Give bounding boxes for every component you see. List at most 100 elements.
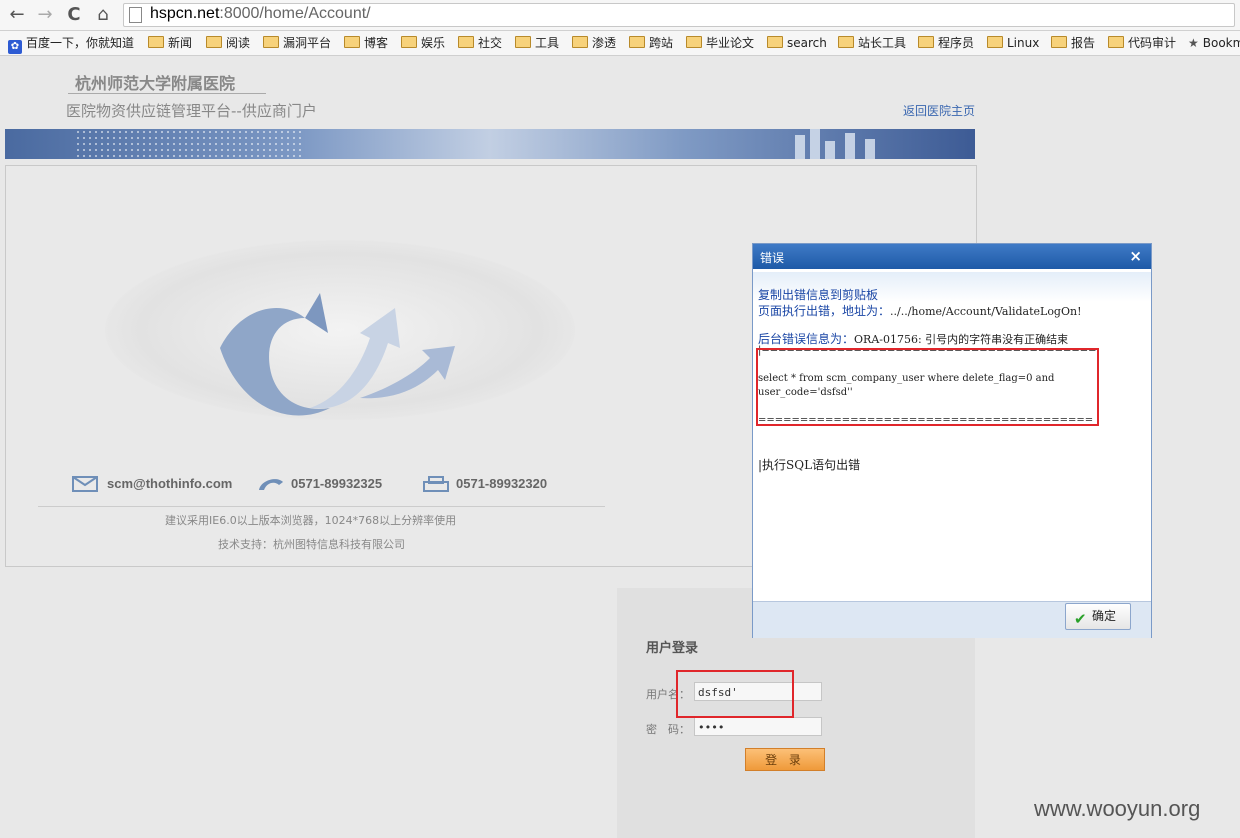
folder-icon — [206, 36, 222, 48]
bookmark-folder[interactable]: 毕业论文 — [686, 35, 754, 51]
header-banner — [5, 129, 975, 159]
bookmark-label: 新闻 — [168, 36, 193, 50]
highlight-box — [756, 348, 1099, 426]
contact-phone: 0571-89932325 — [291, 476, 383, 491]
login-title: 用户登录 — [646, 641, 699, 656]
ok-button[interactable]: ✔ 确定 — [1065, 603, 1131, 630]
forward-arrow-icon[interactable]: → — [33, 3, 57, 27]
tech-support-note: 技术支持：杭州图特信息科技有限公司 — [218, 538, 405, 551]
dialog-title: 错误 — [760, 251, 785, 265]
phone-icon — [259, 479, 283, 490]
baidu-paw-icon: ✿ — [8, 40, 22, 54]
bookmark-label: Bookm — [1202, 36, 1240, 50]
folder-icon — [686, 36, 702, 48]
bookmark-folder[interactable]: 博客 — [344, 35, 388, 51]
folder-icon — [918, 36, 934, 48]
folder-icon — [838, 36, 854, 48]
folder-icon — [515, 36, 531, 48]
building-shape — [825, 141, 835, 159]
bookmark-folder[interactable]: 报告 — [1051, 35, 1095, 51]
ok-label: 确定 — [1092, 609, 1117, 623]
bookmark-label: 阅读 — [226, 36, 251, 50]
mail-icon — [72, 476, 98, 492]
page-icon — [129, 7, 142, 23]
url-host: hspcn.net — [150, 5, 220, 22]
platform-title: 医院物资供应链管理平台--供应商门户 — [66, 102, 317, 120]
contact-fax: 0571-89932320 — [456, 476, 548, 491]
back-to-hospital-link[interactable]: 返回医院主页 — [903, 102, 975, 119]
building-shape — [845, 133, 855, 159]
bookmark-folder[interactable]: 娱乐 — [401, 35, 445, 51]
folder-icon — [148, 36, 164, 48]
folder-icon — [344, 36, 360, 48]
bookmark-label: 报告 — [1071, 36, 1096, 50]
folder-icon — [1108, 36, 1124, 48]
bookmark-label: 娱乐 — [421, 36, 446, 50]
building-shape — [865, 139, 875, 159]
page-error-label: 页面执行出错，地址为： — [758, 304, 891, 318]
bookmark-label: 漏洞平台 — [283, 36, 332, 50]
fax-icon — [423, 476, 449, 492]
browser-toolbar: ← → C ⌂ hspcn.net:8000/home/Account/ — [0, 0, 1240, 31]
world-dots-graphic — [75, 129, 305, 159]
bookmark-folder[interactable]: 社交 — [458, 35, 502, 51]
password-input[interactable]: •••• — [694, 717, 822, 736]
folder-icon — [1051, 36, 1067, 48]
bookmark-label: 社交 — [478, 36, 503, 50]
bookmark-baidu[interactable]: ✿ 百度一下，你就知道 — [8, 35, 135, 54]
bookmark-label: 跨站 — [649, 36, 674, 50]
highlight-box — [676, 670, 794, 718]
divider — [38, 506, 605, 507]
folder-icon — [987, 36, 1003, 48]
bookmarks-bar: ✿ 百度一下，你就知道 新闻 阅读 漏洞平台 博客 娱乐 社交 工具 渗透 跨站 … — [0, 31, 1240, 56]
url-text: hspcn.net:8000/home/Account/ — [150, 5, 371, 23]
check-icon: ✔ — [1074, 610, 1087, 628]
folder-icon — [767, 36, 783, 48]
star-icon: ★ — [1188, 36, 1199, 50]
bookmark-folder[interactable]: 站长工具 — [838, 35, 906, 51]
dialog-body: 复制出错信息到剪贴板 页面执行出错，地址为：../../home/Account… — [753, 272, 1151, 601]
reload-icon[interactable]: C — [62, 3, 86, 27]
login-button[interactable]: 登 录 — [745, 748, 825, 771]
bookmark-folder[interactable]: 新闻 — [148, 35, 192, 51]
bookmark-folder[interactable]: 跨站 — [629, 35, 673, 51]
watermark: www.wooyun.org — [1034, 796, 1201, 821]
bookmark-label: 百度一下，你就知道 — [26, 36, 135, 50]
bookmark-label: 毕业论文 — [706, 36, 755, 50]
bookmark-label: 程序员 — [938, 36, 975, 50]
hospital-name: 杭州师范大学附属医院 — [75, 74, 236, 93]
bookmark-label: 代码审计 — [1128, 36, 1177, 50]
error-dialog: 错误 × 复制出错信息到剪贴板 页面执行出错，地址为：../../home/Ac… — [752, 243, 1152, 638]
bookmark-folder[interactable]: 渗透 — [572, 35, 616, 51]
arrow-logo-icon — [220, 293, 455, 416]
bookmark-label: 博客 — [364, 36, 389, 50]
home-icon[interactable]: ⌂ — [91, 3, 115, 27]
contact-email: scm@thothinfo.com — [107, 476, 233, 491]
page-error-line: 页面执行出错，地址为：../../home/Account/ValidateLo… — [758, 302, 1082, 319]
dialog-title-bar: 错误 × — [753, 244, 1151, 269]
url-path: :8000/home/Account/ — [219, 5, 371, 22]
folder-icon — [458, 36, 474, 48]
bookmark-folder[interactable]: 工具 — [515, 35, 559, 51]
bookmark-folder[interactable]: 漏洞平台 — [263, 35, 331, 51]
bookmark-folder[interactable]: Linux — [987, 35, 1039, 51]
bookmark-folder[interactable]: search — [767, 35, 827, 51]
bookmark-label: 工具 — [535, 36, 560, 50]
bookmark-folder[interactable]: 阅读 — [206, 35, 250, 51]
bookmark-folder[interactable]: 代码审计 — [1108, 35, 1176, 51]
bookmark-folder[interactable]: 程序员 — [918, 35, 974, 51]
folder-icon — [263, 36, 279, 48]
close-icon[interactable]: × — [1129, 247, 1142, 265]
building-shape — [810, 129, 820, 159]
folder-icon — [401, 36, 417, 48]
bookmark-label: 渗透 — [592, 36, 617, 50]
folder-icon — [572, 36, 588, 48]
bookmark-other[interactable]: ★Bookm — [1188, 35, 1240, 51]
bookmark-label: Linux — [1007, 36, 1040, 50]
back-arrow-icon[interactable]: ← — [5, 3, 29, 27]
browser-requirement-note: 建议采用IE6.0以上版本浏览器，1024*768以上分辨率使用 — [165, 514, 457, 527]
address-bar[interactable]: hspcn.net:8000/home/Account/ — [123, 3, 1235, 27]
copy-error-link[interactable]: 复制出错信息到剪贴板 — [758, 286, 878, 303]
password-label: 密 码： — [646, 723, 690, 736]
bookmark-label: 站长工具 — [858, 36, 907, 50]
